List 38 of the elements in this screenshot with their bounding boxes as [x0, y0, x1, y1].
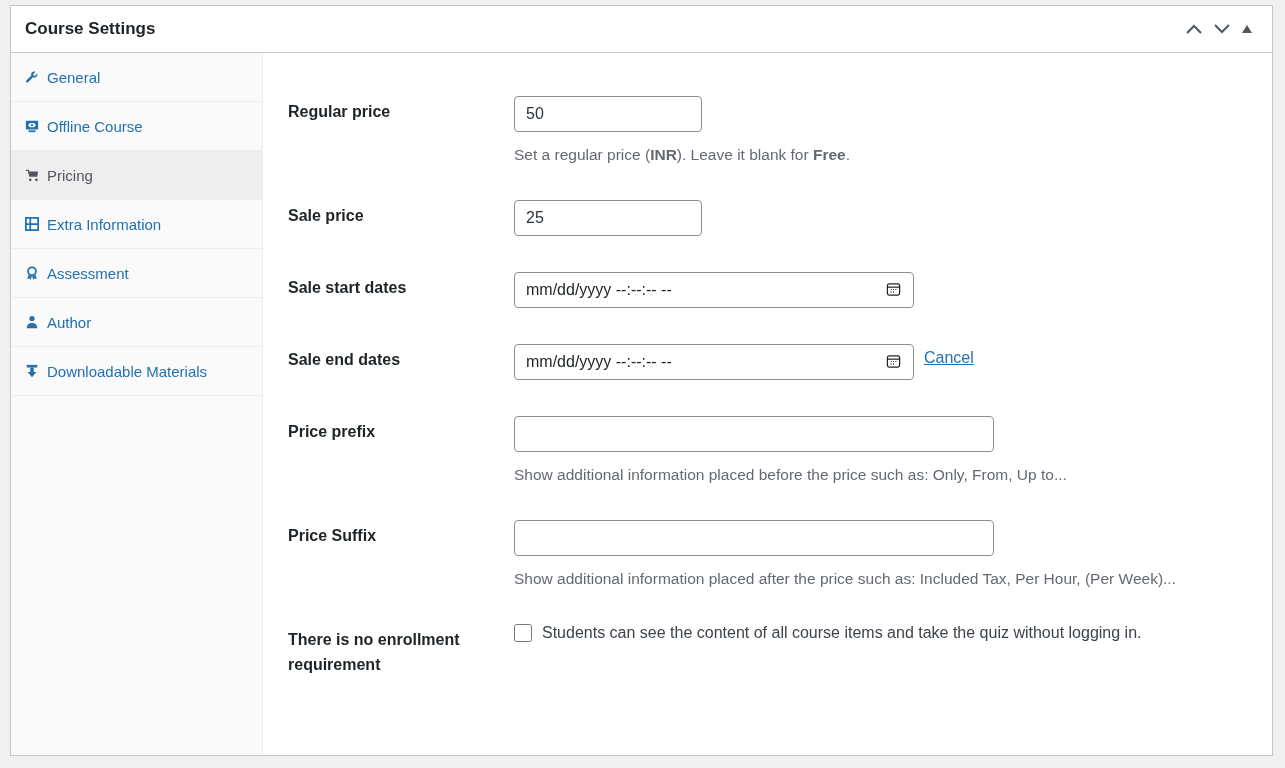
field-description: Set a regular price (INR). Leave it blank for Free.: [514, 146, 851, 164]
sidebar-tab[interactable]: General: [11, 53, 262, 102]
field-label: Price prefix: [288, 422, 377, 442]
datetime-input[interactable]: mm/dd/yyyy --:--:-- --: [514, 272, 914, 308]
person-icon: [25, 315, 39, 329]
sidebar-tab[interactable]: Extra Information: [11, 200, 262, 249]
field-label: Sale price: [288, 206, 365, 226]
award-icon: [25, 266, 39, 280]
field-label: Sale end dates: [288, 350, 402, 370]
cart-icon: [25, 168, 39, 182]
price-input[interactable]: 25: [514, 200, 702, 236]
text-input[interactable]: [514, 416, 994, 452]
checkbox-label: Students can see the content of all course items and take the quiz without logging in.: [542, 624, 1142, 642]
field-description: Show additional information placed before the price such as: Only, From, Up to...: [514, 466, 1068, 484]
text-input[interactable]: [514, 520, 994, 556]
field-label: Sale start dates: [288, 278, 408, 298]
sidebar-tab[interactable]: Author: [11, 298, 262, 347]
triangle-icon[interactable]: [1242, 25, 1252, 33]
calendar-icon[interactable]: [886, 354, 901, 369]
price-input[interactable]: 50: [514, 96, 702, 132]
cancel-link[interactable]: Cancel: [924, 349, 974, 367]
chevron-down-icon[interactable]: [1214, 24, 1230, 34]
checkbox[interactable]: [514, 624, 532, 642]
monitor-icon: [25, 119, 39, 133]
sidebar-tab[interactable]: Downloadable Materials: [11, 347, 262, 396]
sidebar-tab[interactable]: Pricing: [11, 151, 262, 200]
field-description: Show additional information placed after the price such as: Included Tax, Per Hour, (Per Week)...: [514, 570, 1177, 588]
calendar-icon[interactable]: [886, 282, 901, 297]
sidebar-tab[interactable]: Assessment: [11, 249, 262, 298]
field-label: There is no enrollment requirement: [288, 630, 461, 675]
field-label: Regular price: [288, 102, 392, 122]
panel-title: Course Settings: [25, 19, 157, 39]
field-label: Price Suffix: [288, 526, 378, 546]
layout-icon: [25, 217, 39, 231]
wrench-icon: [25, 70, 39, 84]
download-icon: [25, 364, 39, 378]
chevron-up-icon[interactable]: [1186, 24, 1202, 34]
datetime-input[interactable]: mm/dd/yyyy --:--:-- --: [514, 344, 914, 380]
